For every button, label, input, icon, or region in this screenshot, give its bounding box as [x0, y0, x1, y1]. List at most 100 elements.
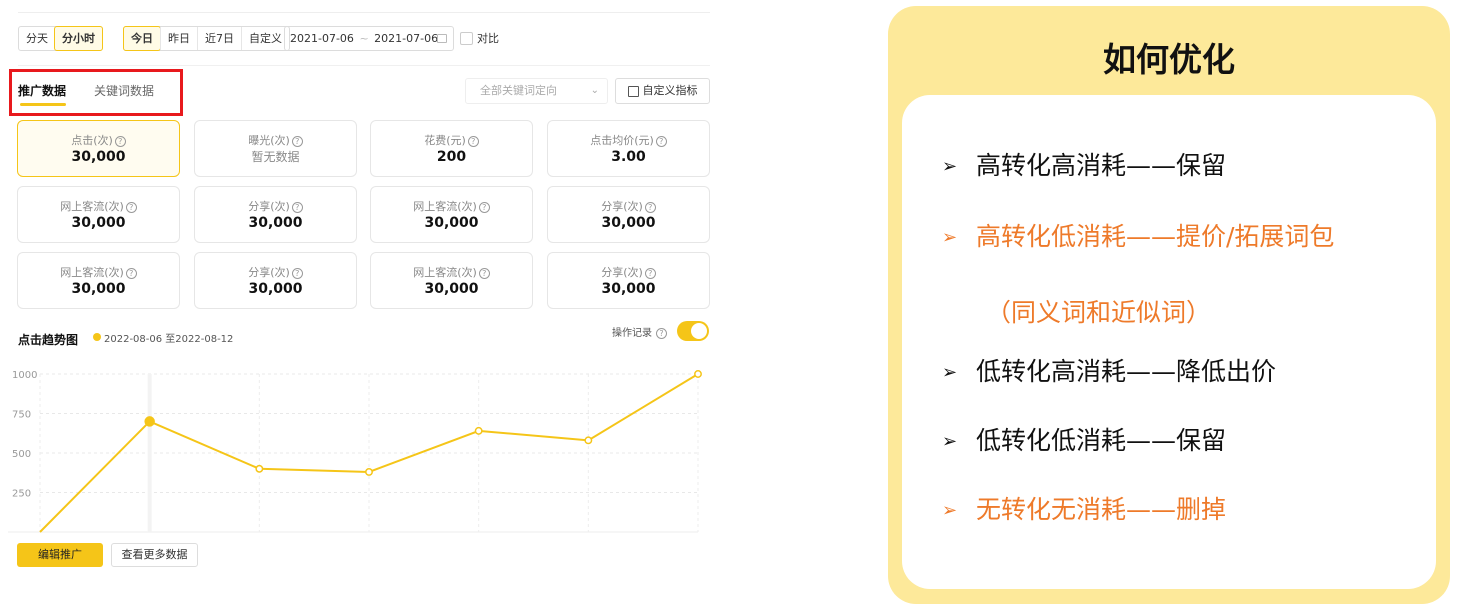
edit-promotion-button[interactable]: 编辑推广: [17, 543, 103, 567]
metric-label: 网上客流(次): [413, 200, 477, 213]
metric-card-traffic[interactable]: 网上客流(次)? 30,000: [370, 186, 533, 243]
metric-value: 30,000: [424, 215, 479, 231]
date-end: 2021-07-06: [374, 32, 439, 45]
y-tick-label: 250: [12, 489, 31, 500]
period-7days[interactable]: 近7日: [197, 27, 241, 50]
metric-label: 分享(次): [601, 266, 643, 279]
y-tick-label: 750: [12, 410, 31, 421]
highlight-box: [9, 69, 183, 116]
keyword-target-select[interactable]: 全部关键词定向 ⌄: [465, 78, 608, 104]
help-icon[interactable]: ?: [125, 268, 137, 279]
tip-subnote: （同义词和近似词）: [986, 298, 1212, 327]
date-range-picker[interactable]: 2021-07-06 ~ 2021-07-06: [284, 26, 454, 51]
metric-card-avg-cpc[interactable]: 点击均价(元)? 3.00: [547, 120, 710, 177]
metric-label: 花费(元): [424, 134, 466, 147]
compare-checkbox[interactable]: 对比: [460, 30, 499, 46]
chevron-down-icon: ⌄: [590, 85, 599, 96]
metric-card-traffic[interactable]: 网上客流(次)? 30,000: [17, 252, 180, 309]
granularity-day[interactable]: 分天: [19, 27, 55, 50]
tip-text: 低转化低消耗——保留: [976, 426, 1227, 455]
metric-card-shares[interactable]: 分享(次)? 30,000: [547, 252, 710, 309]
metric-value: 200: [436, 149, 467, 165]
metric-value: 暂无数据: [251, 150, 300, 164]
help-icon[interactable]: ?: [291, 136, 303, 147]
checkbox-box[interactable]: [460, 31, 473, 45]
help-icon[interactable]: ?: [467, 136, 479, 147]
metric-value: 30,000: [71, 281, 126, 297]
metric-value: 30,000: [601, 215, 656, 231]
tip-item: ➢ 高转化高消耗——保留: [942, 151, 1226, 182]
arrow-bullet-icon: ➢: [942, 431, 958, 452]
tip-item: ➢ 无转化无消耗——删掉: [942, 495, 1226, 526]
metric-card-clicks[interactable]: 点击(次)? 30,000: [17, 120, 180, 177]
help-icon[interactable]: ?: [478, 202, 490, 213]
metric-label: 分享(次): [248, 266, 290, 279]
metric-card-impressions[interactable]: 曝光(次)? 暂无数据: [194, 120, 357, 177]
click-trend-chart: 1000 750 500 250: [8, 370, 702, 533]
period-today[interactable]: 今日: [123, 26, 161, 51]
metric-label: 点击(次): [71, 134, 113, 147]
metric-label: 点击均价(元): [590, 134, 654, 147]
data-point: [694, 370, 702, 378]
operation-record: 操作记录?: [612, 324, 667, 339]
help-icon[interactable]: ?: [655, 136, 667, 147]
tip-text: 低转化高消耗——降低出价: [976, 357, 1277, 386]
metric-value: 30,000: [71, 215, 126, 231]
granularity-hour[interactable]: 分小时: [54, 26, 103, 51]
help-icon[interactable]: ?: [656, 328, 667, 339]
date-separator: ~: [359, 32, 369, 45]
tip-text: 高转化高消耗——保留: [976, 151, 1227, 180]
metric-label: 网上客流(次): [413, 266, 477, 279]
arrow-bullet-icon: ➢: [942, 362, 958, 383]
metric-card-traffic[interactable]: 网上客流(次)? 30,000: [17, 186, 180, 243]
metric-value: 30,000: [248, 215, 303, 231]
operation-record-toggle[interactable]: [677, 321, 709, 341]
data-point: [474, 426, 483, 435]
metric-card-shares[interactable]: 分享(次)? 30,000: [194, 252, 357, 309]
keyword-select-value: 全部关键词定向: [480, 84, 557, 97]
period-yesterday[interactable]: 昨日: [160, 27, 197, 50]
view-more-data-button[interactable]: 查看更多数据: [111, 543, 198, 567]
tip-item: ➢ 低转化高消耗——降低出价: [942, 357, 1276, 388]
top-divider: [18, 12, 710, 13]
metric-value: 30,000: [601, 281, 656, 297]
metric-card-cost[interactable]: 花费(元)? 200: [370, 120, 533, 177]
metric-label: 曝光(次): [248, 134, 290, 147]
panel-title: 如何优化: [1103, 40, 1235, 79]
trend-chart-title: 点击趋势图: [18, 333, 79, 347]
tip-item: ➢ 低转化低消耗——保留: [942, 426, 1226, 457]
data-point: [584, 436, 593, 445]
metric-value: 30,000: [248, 281, 303, 297]
arrow-bullet-icon: ➢: [942, 227, 958, 248]
y-tick-label: 500: [12, 449, 31, 460]
date-start: 2021-07-06: [290, 32, 354, 45]
optimization-panel: 如何优化 ➢ 高转化高消耗——保留 ➢ 高转化低消耗——提价/拓展词包 （同义词和近…: [888, 6, 1450, 604]
metric-card-shares[interactable]: 分享(次)? 30,000: [194, 186, 357, 243]
metric-card-shares[interactable]: 分享(次)? 30,000: [547, 186, 710, 243]
panel-content: ➢ 高转化高消耗——保留 ➢ 高转化低消耗——提价/拓展词包 （同义词和近似词） ➢…: [902, 95, 1436, 589]
metric-label: 分享(次): [248, 200, 290, 213]
custom-metric-label: 自定义指标: [642, 84, 698, 97]
edit-icon: [627, 85, 639, 97]
toggle-knob: [691, 323, 707, 339]
y-tick-label: 1000: [12, 370, 37, 381]
help-icon[interactable]: ?: [291, 268, 303, 279]
help-icon[interactable]: ?: [291, 202, 303, 213]
custom-metric-button[interactable]: 自定义指标: [615, 78, 710, 104]
metric-value: 3.00: [611, 149, 646, 165]
data-point: [255, 464, 264, 473]
help-icon[interactable]: ?: [644, 268, 656, 279]
tip-text: 无转化无消耗——删掉: [976, 495, 1227, 524]
help-icon[interactable]: ?: [125, 202, 137, 213]
granularity-toggle[interactable]: 分天 分小时: [18, 26, 103, 51]
metric-label: 网上客流(次): [60, 266, 124, 279]
metric-card-traffic[interactable]: 网上客流(次)? 30,000: [370, 252, 533, 309]
help-icon[interactable]: ?: [644, 202, 656, 213]
period-custom[interactable]: 自定义: [241, 27, 289, 50]
help-icon[interactable]: ?: [478, 268, 490, 279]
help-icon[interactable]: ?: [114, 136, 126, 147]
period-toggle[interactable]: 今日 昨日 近7日 自定义: [123, 26, 290, 51]
data-point: [365, 468, 373, 476]
section-divider: [18, 65, 710, 66]
legend-date-range: 2022-08-06 至2022-08-12: [104, 334, 234, 345]
